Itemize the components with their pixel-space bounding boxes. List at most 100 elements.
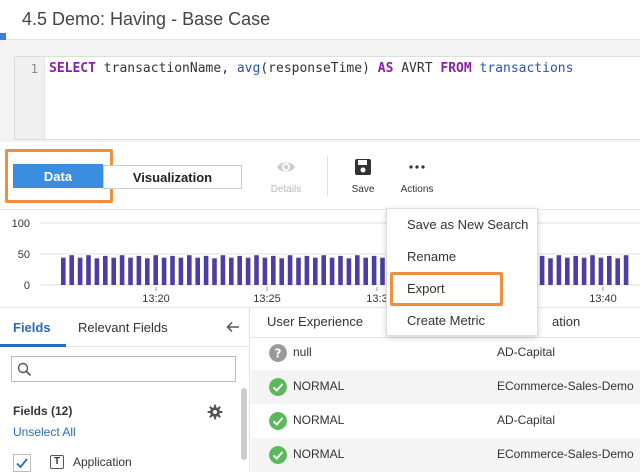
save-label: Save [351, 184, 375, 195]
chart-bar[interactable] [220, 255, 226, 285]
chart-bar[interactable] [128, 257, 133, 285]
chart-bar[interactable] [581, 257, 587, 285]
chart-bar[interactable] [346, 258, 352, 285]
timeline-chart: 100 50 0 13:20 13:25 13:3 13:40 [0, 210, 640, 308]
chart-bar[interactable] [69, 255, 74, 285]
query-code[interactable]: SELECT transactionName, avg(responseTime… [49, 61, 573, 76]
table-row[interactable]: NORMAL ECommerce-Sales-Demo [251, 370, 640, 404]
chart-bar[interactable] [111, 257, 116, 285]
user-experience-cell: NORMAL [293, 379, 345, 393]
chart-bar[interactable] [321, 255, 326, 285]
chart-bar[interactable] [363, 257, 368, 285]
visualization-button[interactable]: Visualization [103, 165, 242, 189]
chart-bar[interactable] [355, 255, 360, 285]
actions-menu: Save as New Search Rename Export Create … [386, 208, 538, 336]
query-editor-area: 1 SELECT transactionName, avg(responseTi… [0, 40, 640, 142]
table-row[interactable]: NORMAL ECommerce-Sales-Demo [251, 438, 640, 472]
checkmark-icon [16, 458, 28, 469]
column-header-user-experience[interactable]: User Experience [267, 314, 363, 329]
gear-icon[interactable] [207, 404, 223, 420]
x-tick-label: 13:25 [253, 293, 281, 305]
chart-bar[interactable] [153, 255, 158, 285]
application-cell: AD-Capital [497, 413, 556, 427]
chart-bar[interactable] [262, 257, 268, 285]
field-checkbox-application[interactable] [13, 454, 31, 472]
fields-panel: Fields Relevant Fields Fields (12) Unsel… [0, 308, 250, 472]
unselect-all-link[interactable]: Unselect All [13, 425, 76, 439]
details-label: Details [270, 184, 302, 195]
chart-bar[interactable] [279, 258, 284, 285]
chart-bar[interactable] [136, 255, 142, 285]
chart-bar[interactable] [229, 257, 234, 285]
x-tick-label: 13:3 [366, 293, 387, 305]
chart-bar[interactable] [313, 257, 318, 285]
actions-label: Actions [400, 184, 434, 195]
more-horizontal-icon [409, 165, 425, 169]
chart-bar[interactable] [607, 255, 612, 285]
chart-bar[interactable] [77, 257, 83, 285]
kw-select: SELECT [49, 61, 96, 76]
chart-bar[interactable] [598, 257, 604, 285]
actions-button[interactable]: Actions [394, 156, 440, 195]
chart-bar[interactable] [161, 257, 167, 285]
menu-item-create-metric[interactable]: Create Metric [387, 309, 537, 333]
chart-bar[interactable] [245, 257, 251, 285]
arrow-left-icon[interactable] [224, 318, 242, 336]
chart-bar[interactable] [271, 255, 276, 285]
chart-bar[interactable] [103, 255, 108, 285]
code-function: avg [236, 61, 261, 76]
chart-bar[interactable] [237, 255, 242, 285]
details-button[interactable]: Details [266, 156, 306, 195]
chart-bar[interactable] [565, 257, 570, 285]
code-alias: AVRT [393, 61, 441, 76]
timeline-chart-svg: 100 50 0 13:20 13:25 13:3 13:40 [12, 218, 640, 305]
menu-item-rename[interactable]: Rename [387, 245, 537, 269]
chart-bar[interactable] [556, 255, 562, 285]
tab-relevant-fields[interactable]: Relevant Fields [78, 320, 168, 335]
chart-bar[interactable] [380, 257, 385, 285]
table-row[interactable]: NORMAL AD-Capital [251, 404, 640, 438]
chart-bar[interactable] [187, 255, 192, 285]
chart-bar[interactable] [573, 255, 578, 285]
code-arg: (responseTime) [260, 61, 378, 76]
column-header-application[interactable]: ation [552, 314, 580, 329]
chart-bar[interactable] [119, 255, 125, 285]
table-row[interactable]: ? null AD-Capital [251, 336, 640, 370]
chart-bar[interactable] [296, 257, 301, 285]
menu-item-save-as-new-search[interactable]: Save as New Search [387, 213, 537, 237]
data-button[interactable]: Data [13, 164, 103, 188]
chart-bar[interactable] [615, 258, 620, 285]
eye-icon [277, 162, 295, 172]
chart-bar[interactable] [212, 258, 217, 285]
kw-as: AS [377, 61, 394, 76]
svg-text:?: ? [275, 347, 282, 361]
chart-bar[interactable] [371, 255, 377, 285]
chart-bar[interactable] [61, 257, 66, 285]
chart-bar[interactable] [170, 255, 175, 285]
chart-bar[interactable] [86, 255, 91, 285]
chart-bar[interactable] [539, 255, 545, 285]
line-number: 1 [30, 62, 38, 76]
save-button[interactable]: Save [344, 156, 382, 195]
chart-bar[interactable] [145, 258, 150, 285]
chart-bar[interactable] [195, 257, 200, 285]
chart-bar[interactable] [623, 255, 629, 285]
chart-bar[interactable] [338, 255, 343, 285]
chart-bar[interactable] [304, 255, 310, 285]
y-tick-label: 100 [12, 218, 30, 230]
chart-bar[interactable] [548, 258, 553, 285]
chart-bar[interactable] [590, 255, 595, 285]
page-title: 4.5 Demo: Having - Base Case [22, 9, 271, 29]
query-editor[interactable]: 1 SELECT transactionName, avg(responseTi… [14, 56, 640, 140]
chart-bar[interactable] [254, 255, 259, 285]
chart-bar[interactable] [329, 257, 335, 285]
chart-bar[interactable] [94, 258, 100, 285]
field-search-input[interactable] [36, 359, 232, 379]
chart-bar[interactable] [178, 257, 184, 285]
chart-bar[interactable] [203, 255, 209, 285]
check-circle-icon [269, 412, 287, 430]
tab-fields[interactable]: Fields [13, 320, 51, 335]
fields-scrollbar[interactable] [241, 388, 247, 460]
chart-bar[interactable] [287, 255, 293, 285]
kw-from: FROM [440, 61, 472, 76]
